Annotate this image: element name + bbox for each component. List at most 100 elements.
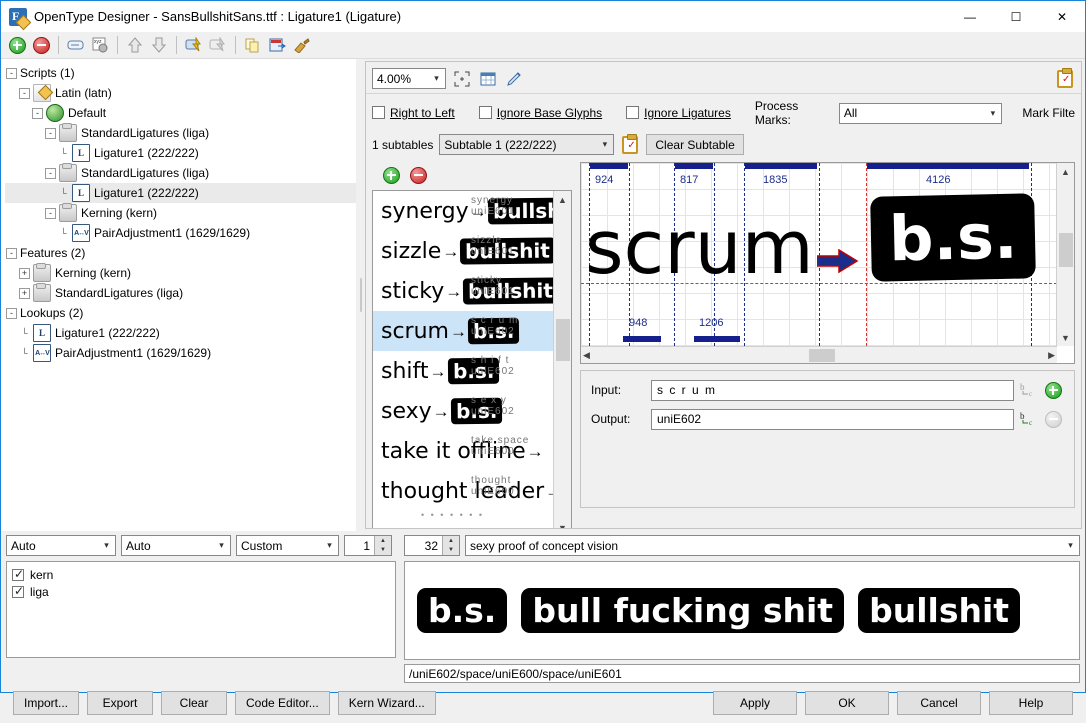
rule-list-item[interactable]: sticky → bullshit sticky uniE601	[373, 271, 554, 311]
subtable-combo[interactable]: Subtable 1 (222/222) ▾	[439, 134, 615, 155]
sample-render-area[interactable]: b.s. bull fucking shit bullshit	[404, 561, 1080, 660]
rename-icon[interactable]	[65, 34, 87, 56]
scroll-left-icon[interactable]: ◀	[583, 350, 590, 361]
add-rule-icon[interactable]	[380, 164, 402, 186]
tree-node[interactable]: - StandardLigatures (liga)	[5, 123, 356, 143]
tree-expander[interactable]: -	[18, 87, 31, 100]
rule-list-item[interactable]: sexy → b.s. s e x y uniE602	[373, 391, 554, 431]
copy-icon[interactable]	[242, 34, 264, 56]
panel-grip[interactable]: • • • • • • •	[421, 510, 484, 520]
minimize-button[interactable]: —	[947, 1, 993, 32]
tree-node[interactable]: - StandardLigatures (liga)	[5, 163, 356, 183]
scrollbar-thumb[interactable]	[1059, 233, 1073, 267]
rule-list-item[interactable]: synergy → bullsh synergy uniE601	[373, 191, 554, 231]
move-up-icon[interactable]	[124, 34, 146, 56]
canvas-vscrollbar[interactable]: ▲ ▼	[1056, 163, 1074, 346]
process-marks-combo[interactable]: All ▾	[838, 102, 1003, 124]
tree-expander[interactable]: -	[5, 247, 18, 260]
tree-expander[interactable]: +	[18, 267, 31, 280]
clipboard-check-icon[interactable]	[1055, 67, 1075, 89]
ignore-base-glyphs-checkbox[interactable]: Ignore Base Glyphs	[478, 106, 602, 120]
scroll-up-icon[interactable]: ▲	[1057, 163, 1074, 180]
scrollbar-thumb[interactable]	[809, 349, 836, 362]
rule-list-item[interactable]: shift → b.s. s h i f t uniE602	[373, 351, 554, 391]
remove-icon[interactable]	[30, 34, 52, 56]
output-field[interactable]: uniE602	[651, 408, 1014, 430]
tree-node[interactable]: - Default	[5, 103, 356, 123]
apply-button[interactable]: Apply	[713, 691, 797, 715]
ignore-ligatures-checkbox[interactable]: Ignore Ligatures	[626, 106, 731, 120]
tree-expander[interactable]: -	[31, 107, 44, 120]
tree-expander[interactable]: -	[5, 307, 18, 320]
tree-node[interactable]: - Features (2)	[5, 243, 356, 263]
tree-expander[interactable]: +	[18, 287, 31, 300]
tree-node[interactable]: └ A↔V PairAdjustment1 (1629/1629)	[5, 223, 356, 243]
tree-node[interactable]: + StandardLigatures (liga)	[5, 283, 356, 303]
compile-all-icon[interactable]	[207, 34, 229, 56]
export-button[interactable]: Export	[87, 691, 154, 715]
tree-node[interactable]: - Scripts (1)	[5, 63, 356, 83]
scroll-down-icon[interactable]: ▼	[554, 519, 571, 529]
tree-expander[interactable]: -	[5, 67, 18, 80]
glyph-table-icon[interactable]: xyz	[89, 34, 111, 56]
close-button[interactable]: ✕	[1039, 1, 1085, 32]
subtable-clipboard-icon[interactable]	[620, 133, 640, 155]
tree-node[interactable]: └ L Ligature1 (222/222)	[5, 183, 356, 203]
canvas-hscrollbar[interactable]: ◀ ▶	[581, 346, 1057, 363]
feature-item-kern[interactable]: kern	[12, 566, 395, 583]
add-input-icon[interactable]	[1042, 379, 1064, 401]
add-icon[interactable]	[6, 34, 28, 56]
ok-button[interactable]: OK	[805, 691, 889, 715]
tree-expander[interactable]: -	[44, 127, 57, 140]
rule-list-item[interactable]: sizzle → bullshit sizzle uniE601	[373, 231, 554, 271]
remove-rule-icon[interactable]	[407, 164, 429, 186]
scroll-right-icon[interactable]: ▶	[1048, 350, 1055, 361]
tree-node[interactable]: └ L Ligature1 (222/222)	[5, 143, 356, 163]
cancel-button[interactable]: Cancel	[897, 691, 981, 715]
fit-selection-icon[interactable]	[452, 69, 472, 89]
pen-icon[interactable]	[504, 69, 524, 89]
compile-icon[interactable]	[183, 34, 205, 56]
tree-node[interactable]: + Kerning (kern)	[5, 263, 356, 283]
scroll-up-icon[interactable]: ▲	[554, 191, 571, 208]
language-combo[interactable]: Auto ▾	[121, 535, 231, 556]
spinner-arrows[interactable]: ▲ ▼	[442, 536, 459, 555]
clear-button[interactable]: Clear	[161, 691, 228, 715]
font-size-spinner[interactable]: 32 ▲ ▼	[404, 535, 460, 556]
rule-list[interactable]: synergy → bullsh synergy uniE601 sizzle → bulls…	[372, 190, 572, 529]
help-button[interactable]: Help	[989, 691, 1073, 715]
tree-node[interactable]: └ A↔V PairAdjustment1 (1629/1629)	[5, 343, 356, 363]
tree-node[interactable]: - Lookups (2)	[5, 303, 356, 323]
tree-expander[interactable]: -	[44, 167, 57, 180]
kern-wizard-button[interactable]: Kern Wizard...	[337, 691, 436, 715]
import-button[interactable]: Import...	[13, 691, 80, 715]
right-to-left-checkbox[interactable]: Right to Left	[372, 106, 455, 120]
glyph-grid-icon[interactable]	[478, 69, 498, 89]
tree-node[interactable]: └ L Ligature1 (222/222)	[5, 323, 356, 343]
rule-list-scrollbar[interactable]: ▲ ▼	[553, 191, 571, 529]
count-spinner[interactable]: 1 ▲ ▼	[344, 535, 392, 556]
zoom-combo[interactable]: 4.00% ▾	[372, 68, 446, 89]
script-combo[interactable]: Auto ▾	[6, 535, 116, 556]
rule-list-item[interactable]: take it offline → take space uniE600	[373, 431, 554, 471]
clean-icon[interactable]	[290, 34, 312, 56]
scrollbar-thumb[interactable]	[556, 319, 570, 361]
rule-list-item[interactable]: scrum → b.s. s c r u m uniE602	[373, 311, 554, 351]
scroll-down-icon[interactable]: ▼	[1057, 329, 1074, 346]
input-field[interactable]: s c r u m	[651, 379, 1014, 401]
tree-expander[interactable]: -	[44, 207, 57, 220]
tree-node[interactable]: - Kerning (kern)	[5, 203, 356, 223]
feature-checklist[interactable]: kern liga	[6, 561, 396, 658]
tree-node[interactable]: - Latin (latn)	[5, 83, 356, 103]
feature-item-liga[interactable]: liga	[12, 583, 395, 600]
code-editor-button[interactable]: Code Editor...	[235, 691, 330, 715]
direction-combo[interactable]: Custom ▾	[236, 535, 339, 556]
maximize-button[interactable]: ☐	[993, 1, 1039, 32]
pane-splitter[interactable]	[356, 59, 365, 531]
move-down-icon[interactable]	[148, 34, 170, 56]
output-glyph-class-icon[interactable]: bc	[1020, 409, 1042, 429]
sample-text-combo[interactable]: sexy proof of concept vision ▾	[465, 535, 1080, 556]
spinner-arrows[interactable]: ▲ ▼	[374, 536, 391, 555]
glyph-canvas[interactable]: 924 817 1835 4126 948 1206 scrum b.s. ▲ …	[580, 162, 1075, 364]
rule-list-item[interactable]: thought leader→thoughtuniE600	[373, 471, 554, 511]
